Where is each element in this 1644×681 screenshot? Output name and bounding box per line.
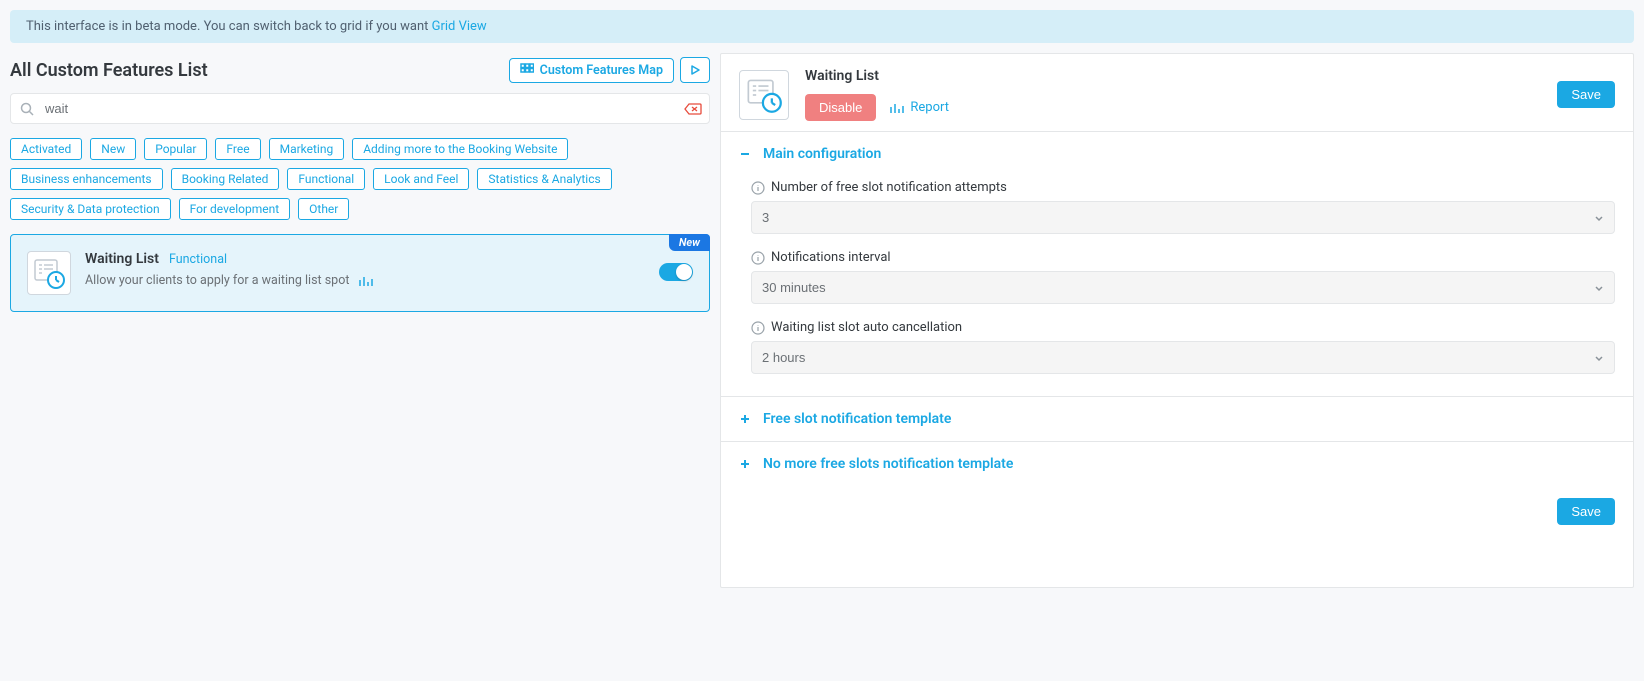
- section-free-slot: Free slot notification template: [721, 396, 1633, 441]
- section-header-no-more[interactable]: No more free slots notification template: [721, 442, 1633, 486]
- chip-functional[interactable]: Functional: [287, 168, 365, 190]
- section-title-main: Main configuration: [763, 146, 881, 162]
- expand-icon: [739, 413, 751, 425]
- chip-new[interactable]: New: [90, 138, 136, 160]
- page-title: All Custom Features List: [10, 60, 208, 81]
- new-badge: New: [669, 234, 710, 251]
- chip-security[interactable]: Security & Data protection: [10, 198, 171, 220]
- waiting-list-icon: [27, 251, 71, 295]
- section-title-free-slot: Free slot notification template: [763, 411, 951, 427]
- label-interval: Notifications interval: [771, 250, 891, 265]
- select-attempts[interactable]: [751, 201, 1615, 234]
- grid-view-link[interactable]: Grid View: [432, 19, 487, 34]
- grid-icon: [520, 63, 534, 77]
- play-tour-button[interactable]: [680, 57, 710, 83]
- info-icon[interactable]: [751, 321, 765, 335]
- chip-marketing[interactable]: Marketing: [269, 138, 345, 160]
- section-no-more: No more free slots notification template: [721, 441, 1633, 486]
- chip-popular[interactable]: Popular: [144, 138, 207, 160]
- panel-feature-icon: [739, 70, 789, 120]
- map-link-label: Custom Features Map: [540, 63, 663, 78]
- section-header-main[interactable]: Main configuration: [721, 132, 1633, 176]
- select-cancellation[interactable]: [751, 341, 1615, 374]
- expand-icon: [739, 458, 751, 470]
- feature-description: Allow your clients to apply for a waitin…: [85, 273, 349, 288]
- chip-development[interactable]: For development: [179, 198, 291, 220]
- info-icon[interactable]: [751, 251, 765, 265]
- save-button-top[interactable]: Save: [1557, 81, 1615, 108]
- chip-booking-website[interactable]: Adding more to the Booking Website: [352, 138, 568, 160]
- play-icon: [689, 64, 701, 76]
- feature-tag[interactable]: Functional: [169, 252, 227, 267]
- panel-title: Waiting List: [805, 68, 1541, 84]
- settings-panel: Waiting List Disable Report: [720, 53, 1634, 588]
- section-main-config: Main configuration Number of free slot n…: [721, 131, 1633, 396]
- save-button-bottom[interactable]: Save: [1557, 498, 1615, 525]
- search-wrap: [10, 93, 710, 124]
- chip-business[interactable]: Business enhancements: [10, 168, 163, 190]
- feature-card-waiting-list[interactable]: New Waiting: [10, 234, 710, 312]
- label-cancellation: Waiting list slot auto cancellation: [771, 320, 962, 335]
- chip-booking-related[interactable]: Booking Related: [171, 168, 280, 190]
- feature-title: Waiting List: [85, 251, 159, 267]
- beta-banner: This interface is in beta mode. You can …: [10, 10, 1634, 43]
- beta-banner-text: This interface is in beta mode. You can …: [26, 19, 432, 34]
- clear-search-icon[interactable]: [684, 102, 702, 116]
- section-title-no-more: No more free slots notification template: [763, 456, 1013, 472]
- label-attempts: Number of free slot notification attempt…: [771, 180, 1007, 195]
- disable-button[interactable]: Disable: [805, 94, 876, 121]
- chip-activated[interactable]: Activated: [10, 138, 82, 160]
- search-input[interactable]: [10, 93, 710, 124]
- chip-stats[interactable]: Statistics & Analytics: [477, 168, 611, 190]
- select-interval[interactable]: [751, 271, 1615, 304]
- custom-features-map-link[interactable]: Custom Features Map: [509, 58, 674, 83]
- report-label: Report: [910, 100, 949, 115]
- search-icon: [20, 102, 34, 116]
- report-icon: [890, 102, 904, 114]
- info-icon[interactable]: [751, 181, 765, 195]
- chip-look-feel[interactable]: Look and Feel: [373, 168, 469, 190]
- chip-other[interactable]: Other: [298, 198, 349, 220]
- report-link[interactable]: Report: [890, 100, 949, 115]
- feature-report-icon[interactable]: [359, 275, 373, 287]
- section-header-free-slot[interactable]: Free slot notification template: [721, 397, 1633, 441]
- chip-free[interactable]: Free: [215, 138, 260, 160]
- collapse-icon: [739, 148, 751, 160]
- filter-chips: Activated New Popular Free Marketing Add…: [10, 138, 710, 220]
- feature-toggle[interactable]: [659, 263, 693, 281]
